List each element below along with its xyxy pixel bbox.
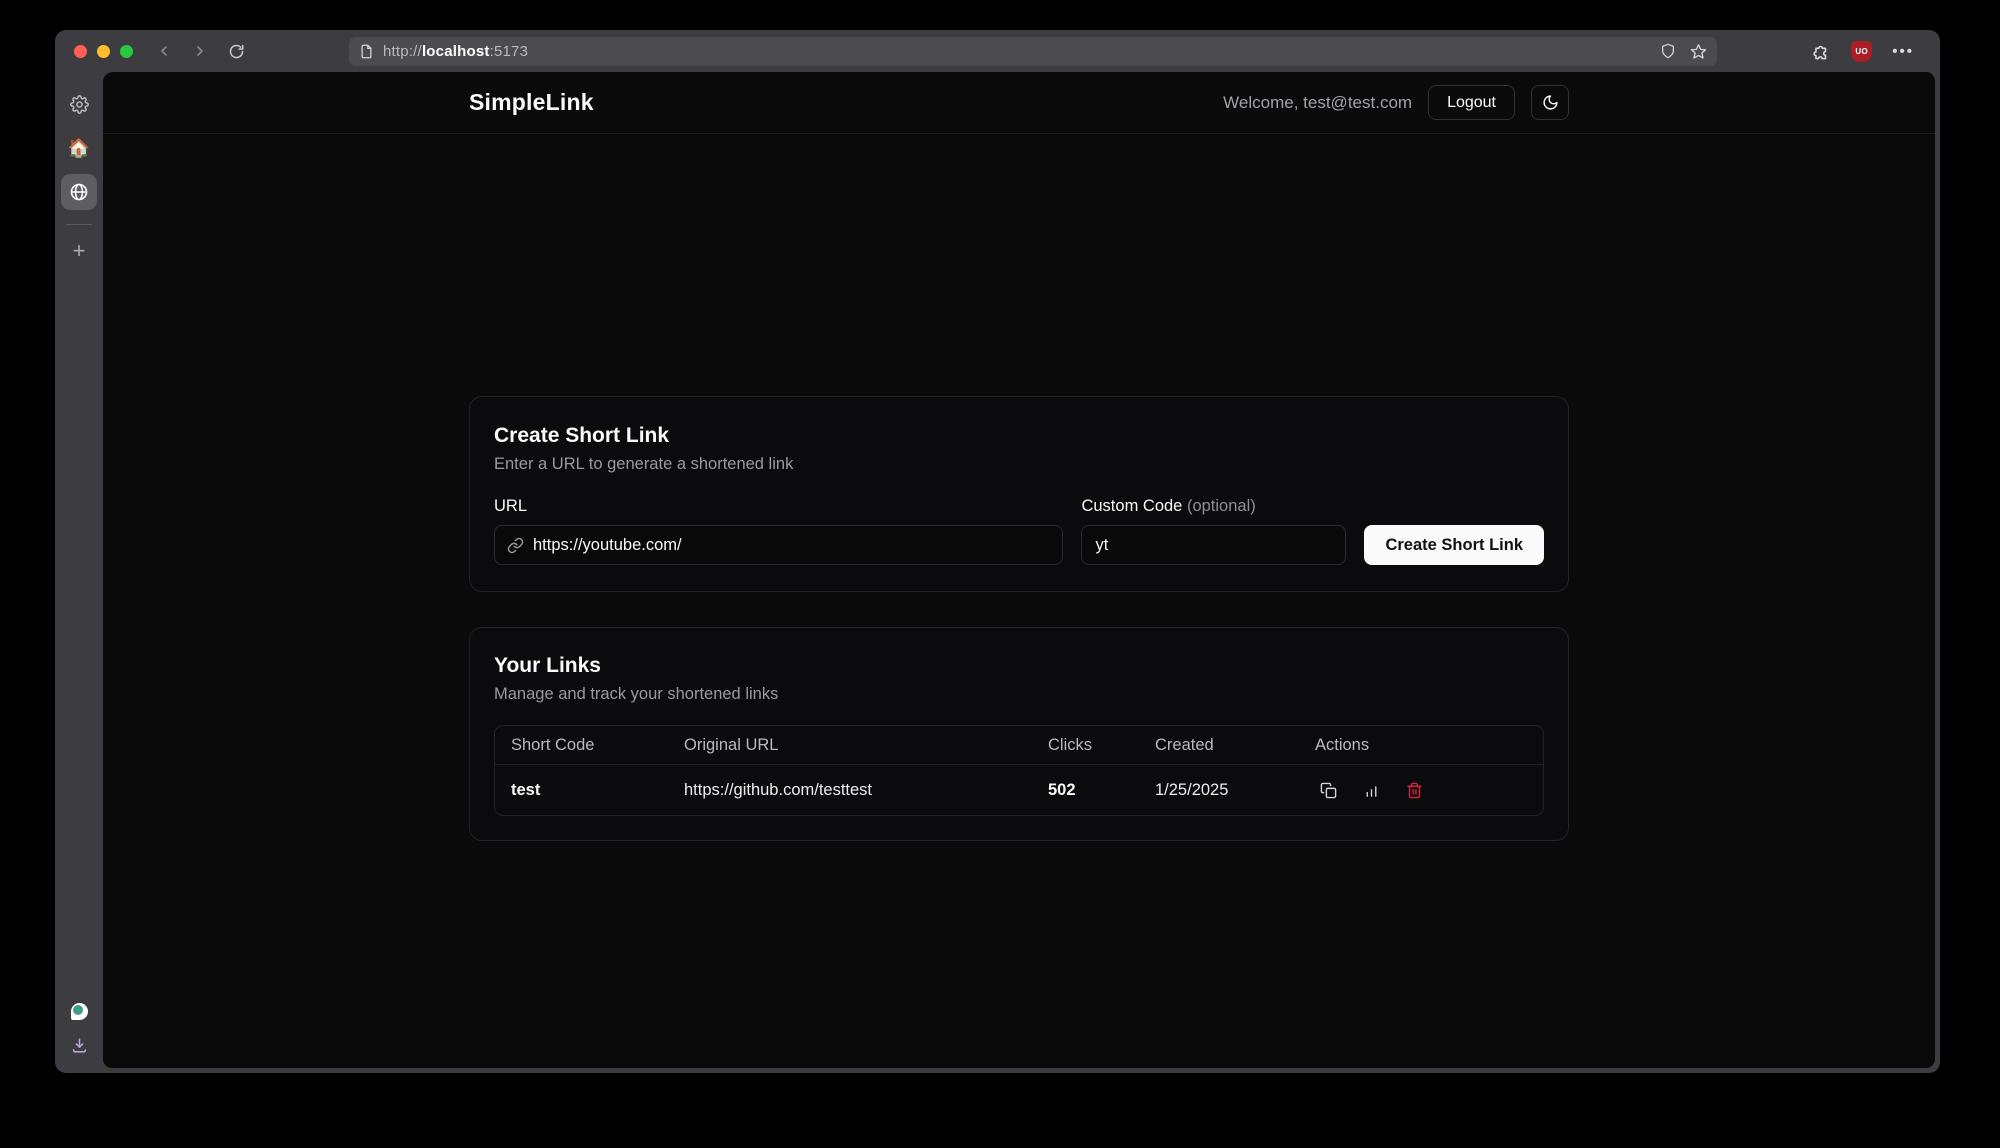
url-port: :5173 [490,43,529,60]
browser-toolbar: http://localhost:5173 UO ••• [55,30,1940,72]
custom-code-field-group: Custom Code (optional) [1081,497,1346,565]
row-clicks: 502 [1032,781,1139,800]
url-text: http://localhost:5173 [383,43,528,60]
create-card-subtitle: Enter a URL to generate a shortened link [494,455,1544,474]
logout-button[interactable]: Logout [1428,85,1515,120]
custom-code-label-text: Custom Code [1081,497,1182,515]
links-card-subtitle: Manage and track your shortened links [494,685,1544,704]
copy-icon [1320,782,1337,799]
row-original-url: https://github.com/testtest [668,781,1032,800]
ublock-extension-badge[interactable]: UO [1851,41,1872,62]
tracking-protection-shield-icon[interactable] [1660,43,1676,59]
back-button[interactable] [151,38,177,64]
sidebar-divider [66,224,92,225]
row-actions [1299,777,1543,803]
custom-code-label: Custom Code (optional) [1081,497,1346,516]
settings-tab-gear-icon[interactable] [61,86,97,122]
address-bar[interactable]: http://localhost:5173 [349,37,1717,66]
trash-icon [1406,782,1423,799]
chevron-right-icon [192,43,208,59]
col-actions: Actions [1299,736,1543,755]
browser-window: http://localhost:5173 UO ••• [55,30,1940,1073]
create-link-form: URL Custom Code (optional) [494,497,1544,565]
active-tab-globe-icon[interactable] [61,174,97,210]
more-menu-button[interactable]: ••• [1892,43,1914,60]
url-field-label: URL [494,497,1063,516]
header-right-group: Welcome, test@test.com Logout [1223,85,1569,120]
link-icon [507,537,524,554]
home-tab[interactable]: 🏠 [61,130,97,166]
create-card-title: Create Short Link [494,424,1544,448]
col-clicks: Clicks [1032,736,1139,755]
bar-chart-icon [1363,782,1380,799]
web-page: SimpleLink Welcome, test@test.com Logout… [103,72,1935,1068]
row-created: 1/25/2025 [1139,781,1299,800]
row-short-code: test [495,781,668,800]
plus-icon: + [73,238,86,264]
extensions-puzzle-icon[interactable] [1812,42,1831,61]
close-window-button[interactable] [74,45,87,58]
custom-code-optional-text: (optional) [1187,497,1256,515]
links-table: Short Code Original URL Clicks Created A… [494,725,1544,816]
app-header: SimpleLink Welcome, test@test.com Logout [103,72,1935,134]
forward-button[interactable] [187,38,213,64]
browser-sidebar: 🏠 + [55,72,103,1073]
bookmark-star-icon[interactable] [1690,43,1707,60]
links-card-title: Your Links [494,654,1544,678]
stats-button[interactable] [1358,777,1384,803]
reload-icon [228,43,245,60]
window-controls [74,45,133,58]
house-emoji-icon: 🏠 [68,138,90,159]
url-host: localhost [422,43,490,60]
zoom-window-button[interactable] [120,45,133,58]
col-original-url: Original URL [668,736,1032,755]
welcome-text: Welcome, test@test.com [1223,93,1412,113]
url-input-wrapper [494,525,1063,565]
col-created: Created [1139,736,1299,755]
url-scheme: http:// [383,43,422,60]
delete-link-button[interactable] [1401,777,1427,803]
downloads-icon[interactable] [70,1036,89,1055]
custom-code-input[interactable] [1095,536,1333,555]
theme-toggle-button[interactable] [1531,85,1569,120]
url-field-group: URL [494,497,1063,565]
app-brand: SimpleLink [469,89,594,116]
minimize-window-button[interactable] [97,45,110,58]
create-short-link-button[interactable]: Create Short Link [1364,525,1544,565]
url-input[interactable] [533,536,1050,555]
desktop-background: http://localhost:5173 UO ••• [0,0,2000,1148]
custom-code-input-wrapper [1081,525,1346,565]
page-info-icon[interactable] [359,44,374,59]
links-table-header: Short Code Original URL Clicks Created A… [495,726,1543,765]
create-short-link-card: Create Short Link Enter a URL to generat… [469,396,1569,592]
toolbar-right-group: UO ••• [1812,41,1914,62]
new-tab-button[interactable]: + [61,233,97,269]
chevron-left-icon [156,43,172,59]
reload-button[interactable] [223,38,249,64]
table-row: test https://github.com/testtest 502 1/2… [495,765,1543,815]
copy-link-button[interactable] [1315,777,1341,803]
your-links-card: Your Links Manage and track your shorten… [469,627,1569,841]
moon-icon [1542,94,1559,111]
workspace-avatar-icon[interactable] [71,1003,88,1020]
col-short-code: Short Code [495,736,668,755]
